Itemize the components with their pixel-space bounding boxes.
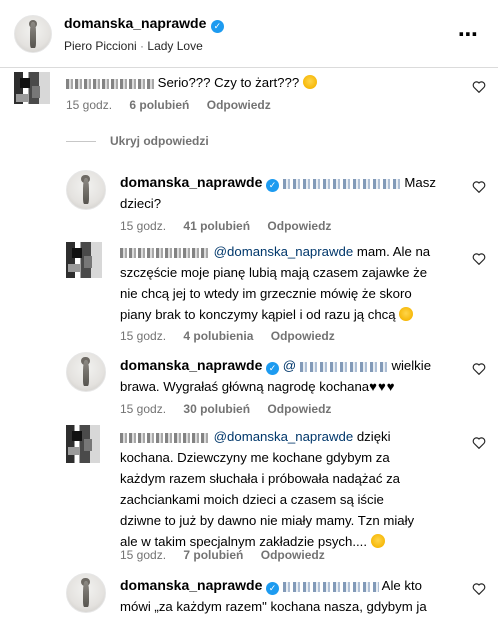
reply-3-mention-prefix[interactable]: @ xyxy=(283,358,296,373)
reply-3-likes[interactable]: 30 polubień xyxy=(183,402,250,416)
reply-3-username[interactable]: domanska_naprawde xyxy=(120,357,262,373)
reply-2-reply-button[interactable]: Odpowiedz xyxy=(271,329,335,343)
reply-4-likes[interactable]: 7 polubień xyxy=(183,548,243,562)
hide-replies-button[interactable]: Ukryj odpowiedzi xyxy=(110,134,209,148)
header-separator: · xyxy=(140,39,145,53)
like-heart-icon[interactable] xyxy=(472,180,486,193)
comment-1: Serio??? Czy to żart??? xyxy=(66,72,456,93)
reply-avatar-blurred[interactable] xyxy=(66,242,102,278)
reply-1-likes[interactable]: 41 polubień xyxy=(183,219,250,233)
reply-1-reply-button[interactable]: Odpowiedz xyxy=(267,219,331,233)
reply-2-time[interactable]: 15 godz. xyxy=(120,329,166,343)
reply-3-reply-button[interactable]: Odpowiedz xyxy=(267,402,331,416)
reply-1-username[interactable]: domanska_naprawde xyxy=(120,174,262,190)
reply-3: domanska_naprawde ✓ @ wielkie brawa. Wyg… xyxy=(120,355,465,397)
reply-4-text-c: każdym razem słuchała i próbowała nadąża… xyxy=(120,471,401,486)
more-options-icon[interactable]: ⋯ xyxy=(458,22,479,47)
comment-1-likes[interactable]: 6 polubień xyxy=(129,98,189,112)
reply-5-mention-blurred[interactable] xyxy=(282,581,379,592)
verified-badge-icon: ✓ xyxy=(210,20,224,33)
reply-4-text-a: dzięki xyxy=(353,429,391,444)
comment-1-text: Serio??? Czy to żart??? xyxy=(157,75,300,90)
black-hearts-emoji: ♥♥♥ xyxy=(369,379,396,394)
thinking-face-emoji xyxy=(302,75,317,89)
like-heart-icon[interactable] xyxy=(472,252,486,265)
reply-1-time[interactable]: 15 godz. xyxy=(120,219,166,233)
reply-4-time[interactable]: 15 godz. xyxy=(120,548,166,562)
comment-1-username-blurred[interactable] xyxy=(66,78,154,89)
reply-2-text-b: szczęście moje pianę lubią mają czasem z… xyxy=(120,265,428,280)
reply-3-text-b: brawa. Wygrałaś główną nagrodę kochana xyxy=(120,379,370,394)
like-heart-icon[interactable] xyxy=(472,362,486,375)
reply-avatar[interactable] xyxy=(66,573,106,613)
reply-3-text-a: wielkie xyxy=(391,358,432,373)
reply-4-text-e: dziwne to już by dawno nie miały mamy. T… xyxy=(120,513,415,528)
like-heart-icon[interactable] xyxy=(472,582,486,595)
reply-avatar[interactable] xyxy=(66,352,106,392)
reply-2-mention[interactable]: @domanska_naprawde xyxy=(214,244,354,259)
reply-3-time[interactable]: 15 godz. xyxy=(120,402,166,416)
header-audio-artist[interactable]: Piero Piccioni xyxy=(64,39,137,53)
comment-avatar-blurred[interactable] xyxy=(14,72,50,104)
like-heart-icon[interactable] xyxy=(472,80,486,93)
reply-avatar[interactable] xyxy=(66,170,106,210)
reply-1-text-a: Masz xyxy=(404,175,436,190)
reply-2-text-c: nie chcą jej to wtedy im grzecznie mówię… xyxy=(120,286,412,301)
reply-4-mention[interactable]: @domanska_naprawde xyxy=(214,429,354,444)
reply-1: domanska_naprawde ✓ Masz dzieci? xyxy=(120,172,460,214)
reply-5: domanska_naprawde ✓ Ale kto mówi „za każ… xyxy=(120,575,465,617)
reply-5-username[interactable]: domanska_naprawde xyxy=(120,577,262,593)
reply-1-text-b: dzieci? xyxy=(120,196,162,211)
thread-line xyxy=(66,141,96,142)
reply-5-text-a: Ale kto xyxy=(381,578,422,593)
verified-badge-icon: ✓ xyxy=(266,582,280,595)
reply-4-text-f: ale w takim specjalnym zakładzie psych..… xyxy=(120,534,367,549)
reply-4-text-b: kochana. Dziewczyny me kochane gdybym za xyxy=(120,450,390,465)
reply-3-mention-blurred[interactable] xyxy=(299,361,388,372)
reply-2-text-a: mam. Ale na xyxy=(353,244,431,259)
verified-badge-icon: ✓ xyxy=(266,179,280,192)
comment-1-time[interactable]: 15 godz. xyxy=(66,98,112,112)
reply-2: @domanska_naprawde mam. Ale na szczęście… xyxy=(120,241,465,325)
header-username[interactable]: domanska_naprawde xyxy=(64,15,206,31)
grinning-face-emoji xyxy=(399,307,414,321)
like-heart-icon[interactable] xyxy=(472,436,486,449)
reply-avatar-blurred[interactable] xyxy=(66,425,100,463)
reply-2-likes[interactable]: 4 polubienia xyxy=(183,329,253,343)
reply-4-username-blurred[interactable] xyxy=(120,432,210,443)
post-header: domanska_naprawde ✓ Piero Piccioni · Lad… xyxy=(0,0,498,68)
reply-1-mention-blurred[interactable] xyxy=(282,178,401,189)
reply-4: @domanska_naprawde dzięki kochana. Dziew… xyxy=(120,426,465,552)
reply-4-text-d: zachciankami moich dzieci a czasem są iś… xyxy=(120,492,384,507)
reply-2-username-blurred[interactable] xyxy=(120,247,210,258)
header-avatar[interactable] xyxy=(14,15,52,53)
verified-badge-icon: ✓ xyxy=(266,362,280,375)
laughing-face-emoji xyxy=(370,534,385,548)
reply-4-reply-button[interactable]: Odpowiedz xyxy=(261,548,325,562)
comment-1-reply-button[interactable]: Odpowiedz xyxy=(207,98,271,112)
reply-5-text-b: mówi „za każdym razem" kochana nasza, gd… xyxy=(120,599,427,614)
reply-2-text-d: piany brak to konczymy kąpiel i od razu … xyxy=(120,307,396,322)
header-audio-song[interactable]: Lady Love xyxy=(147,39,202,53)
